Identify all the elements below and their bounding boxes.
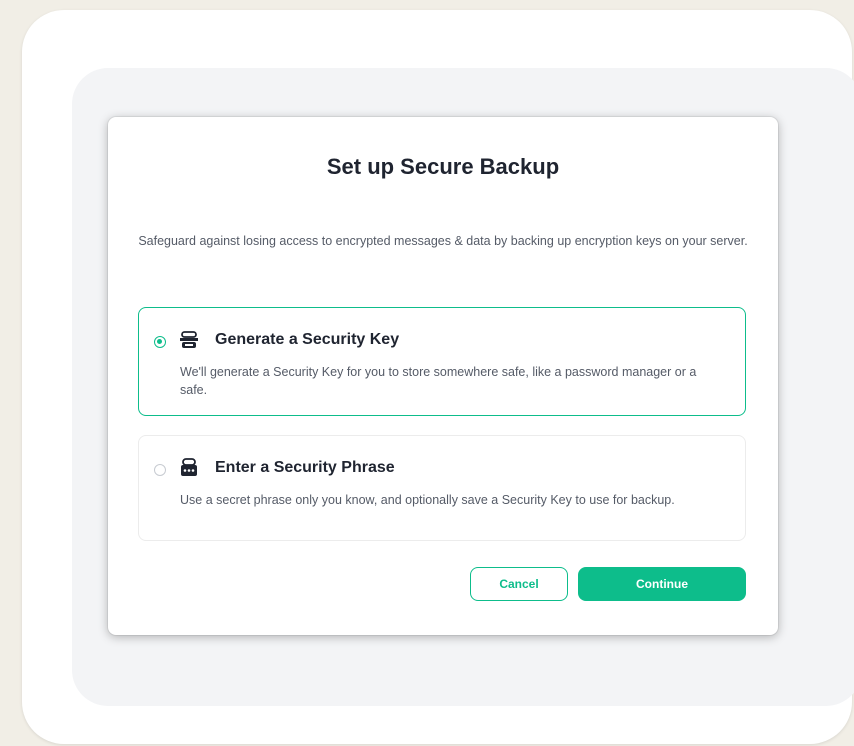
dialog-title: Set up Secure Backup <box>326 154 560 179</box>
dialog-description: Safeguard against losing access to encry… <box>138 234 748 248</box>
secure-backup-dialog: Set up Secure Backup Safeguard against l… <box>108 117 778 635</box>
option-title: Enter a Security Phrase <box>215 459 395 476</box>
option-description: Use a secret phrase only you know, and o… <box>180 493 675 507</box>
cancel-button[interactable]: Cancel <box>470 567 568 601</box>
option-generate-security-key[interactable]: Generate a Security Key We'll generate a… <box>138 307 746 416</box>
security-phrase-icon <box>179 458 199 478</box>
option-description: We'll generate a Security Key for you to… <box>180 365 697 397</box>
radio-generate-security-key[interactable] <box>154 336 166 348</box>
radio-enter-security-phrase[interactable] <box>154 464 166 476</box>
option-enter-security-phrase[interactable]: Enter a Security Phrase Use a secret phr… <box>138 435 746 541</box>
option-title: Generate a Security Key <box>215 331 400 348</box>
security-key-icon <box>179 330 199 350</box>
continue-button[interactable]: Continue <box>578 567 746 601</box>
